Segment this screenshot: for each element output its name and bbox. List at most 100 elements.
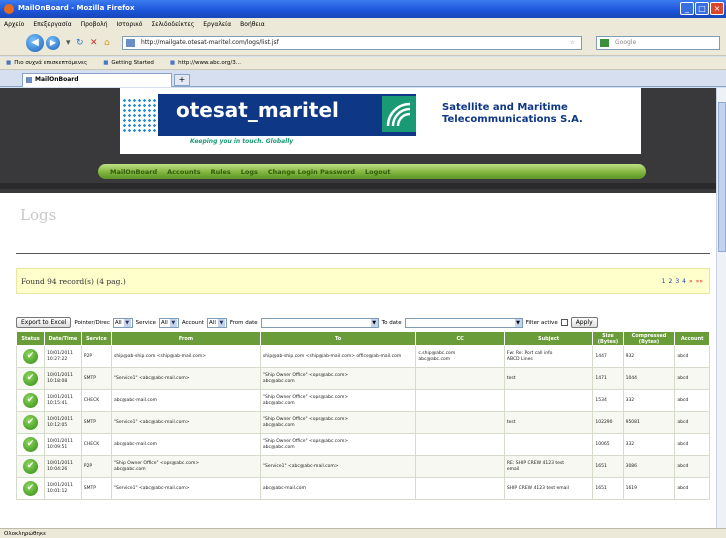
table-row[interactable]: ✔ 10/01/2011 10:01:12 SMTP "Service1" <abc@… <box>15 477 710 500</box>
cell-service: P2P <box>80 345 112 368</box>
menu-view[interactable]: Προβολή <box>81 21 108 28</box>
maximize-button[interactable]: □ <box>695 2 709 15</box>
table-row[interactable]: ✔ 10/01/2011 10:04:26 P2P "Ship Owner Offic… <box>15 455 710 478</box>
bookmark-most-visited[interactable]: Πιο συχνά επισκεπτόμενες <box>6 60 87 66</box>
page-link-3[interactable]: 3 <box>675 278 679 285</box>
window-titlebar: MailOnBoard - Mozilla Firefox _ □ × <box>0 0 726 18</box>
close-button[interactable]: × <box>710 2 724 15</box>
column-header-datetime[interactable]: Date/Time <box>44 331 82 346</box>
status-ok-icon: ✔ <box>23 459 39 474</box>
status-ok-icon: ✔ <box>23 437 39 452</box>
cell-account: abcd <box>674 367 710 390</box>
cell-size: 1447 <box>592 345 624 368</box>
nav-logout[interactable]: Logout <box>365 168 390 176</box>
export-excel-button[interactable]: Export to Excel <box>16 317 72 328</box>
nav-accounts[interactable]: Accounts <box>167 168 200 176</box>
page-link-2[interactable]: 2 <box>669 278 673 285</box>
cell-to: "Ship Owner Office" <ops@abc.com> abc@ab… <box>259 367 417 390</box>
cell-subject: RE: SHIP CREW 4123 test email <box>503 455 594 478</box>
column-header-status[interactable]: Status <box>15 331 46 346</box>
cell-to: "Ship Owner Office" <ops@abc.com> abc@ab… <box>259 411 417 434</box>
table-row[interactable]: ✔ 10/01/2011 10:27:22 P2P ship@ab-ship.com … <box>15 345 710 368</box>
table-row[interactable]: ✔ 10/01/2011 10:12:05 SMTP "Service1" <abc@… <box>15 411 710 434</box>
bookmark-link[interactable]: http://www.abc.org/3... <box>170 60 241 66</box>
nav-logs[interactable]: Logs <box>241 168 258 176</box>
to-date-field[interactable]: ▼ <box>404 317 523 328</box>
column-header-subject[interactable]: Subject <box>503 331 594 346</box>
cell-datetime: 10/01/2011 10:01:12 <box>44 477 82 500</box>
search-engine-icon[interactable] <box>600 39 609 47</box>
cell-datetime: 10/01/2011 10:09:51 <box>44 433 82 456</box>
last-page-link[interactable]: »» <box>696 278 703 285</box>
column-header-size[interactable]: Size (Bytes) <box>592 331 624 346</box>
cell-compressed: 1619 <box>622 477 676 500</box>
header-logo-panel: otesat_maritel Keeping you in touch. Glo… <box>120 88 641 154</box>
cell-cc <box>415 433 505 456</box>
address-bar[interactable]: http://mailgate.otesat-maritel.com/logs/… <box>122 36 582 50</box>
forward-arrow-icon[interactable]: ▶ <box>46 36 60 50</box>
menu-bookmarks[interactable]: Σελιδοδείκτες <box>151 21 194 28</box>
stop-icon[interactable]: ✕ <box>90 38 98 48</box>
status-ok-icon: ✔ <box>23 349 39 364</box>
menu-bar: Αρχείο Επεξεργασία Προβολή Ιστορικό Σελι… <box>0 18 726 31</box>
cell-subject <box>503 433 594 456</box>
table-row[interactable]: ✔ 10/01/2011 10:18:08 SMTP "Service1" <abc@… <box>15 367 710 390</box>
cell-service: CHECK <box>80 433 112 456</box>
column-header-cc[interactable]: CC <box>415 331 505 346</box>
calendar-dropdown-icon[interactable]: ▼ <box>514 318 522 327</box>
cell-datetime: 10/01/2011 10:18:08 <box>44 367 82 390</box>
table-row[interactable]: ✔ 10/01/2011 10:15:41 CHECK abc@abc-mail.co… <box>15 389 710 412</box>
pointer-select[interactable]: All ▼ <box>112 317 133 328</box>
page-link-1[interactable]: 1 <box>662 278 666 285</box>
filter-active-label: Filter active <box>525 319 558 326</box>
cell-account: abcd <box>674 455 710 478</box>
bookmarks-toolbar: Πιο συχνά επισκεπτόμενες Getting Started… <box>0 57 726 70</box>
filter-active-checkbox[interactable] <box>560 319 568 326</box>
next-page-link[interactable]: » <box>689 278 693 285</box>
menu-edit[interactable]: Επεξεργασία <box>33 21 71 28</box>
nav-mailonboard[interactable]: MailOnBoard <box>110 168 157 176</box>
table-row[interactable]: ✔ 10/01/2011 10:09:51 CHECK abc@abc-mail.co… <box>15 433 710 456</box>
column-header-account[interactable]: Account <box>674 331 710 346</box>
tab-mailonboard[interactable]: MailOnBoard <box>22 73 172 87</box>
cell-size: 1651 <box>592 455 624 478</box>
reload-icon[interactable]: ↻ <box>76 38 84 48</box>
home-icon[interactable]: ⌂ <box>104 38 110 48</box>
page-title: Logs <box>20 206 57 224</box>
menu-file[interactable]: Αρχείο <box>4 21 24 28</box>
menu-tools[interactable]: Εργαλεία <box>203 21 231 28</box>
nav-rules[interactable]: Rules <box>211 168 231 176</box>
calendar-dropdown-icon[interactable]: ▼ <box>370 318 378 327</box>
back-arrow-icon[interactable]: ◀ <box>26 34 44 52</box>
signal-logo-icon <box>382 96 416 132</box>
minimize-button[interactable]: _ <box>680 2 694 15</box>
column-header-from[interactable]: From <box>110 331 261 346</box>
search-input[interactable]: Google <box>596 36 720 50</box>
menu-history[interactable]: Ιστορικό <box>117 21 143 28</box>
page-content: otesat_maritel Keeping you in touch. Glo… <box>0 88 716 528</box>
column-header-service[interactable]: Service <box>80 331 112 346</box>
menu-help[interactable]: Βοήθεια <box>240 21 265 28</box>
vertical-scrollbar[interactable] <box>716 88 726 528</box>
cell-size: 10065 <box>592 433 624 456</box>
column-header-compressed[interactable]: Compressed (Bytes) <box>622 331 676 346</box>
page-link-4[interactable]: 4 <box>682 278 686 285</box>
scrollbar-thumb[interactable] <box>718 102 726 252</box>
from-date-field[interactable]: ▼ <box>260 317 379 328</box>
new-tab-button[interactable]: + <box>174 74 190 86</box>
account-select[interactable]: All ▼ <box>207 317 227 328</box>
cell-cc <box>415 455 505 478</box>
cell-account: abcd <box>674 477 710 500</box>
company-name: Satellite and Maritime Telecommunication… <box>442 102 632 126</box>
apply-button[interactable]: Apply <box>570 317 598 328</box>
bookmark-getting-started[interactable]: Getting Started <box>103 60 154 66</box>
column-header-to[interactable]: To <box>259 331 417 346</box>
page-favicon-icon <box>126 39 135 47</box>
cell-account: abcd <box>674 411 710 434</box>
cell-compressed: 3086 <box>622 455 676 478</box>
bookmark-star-icon[interactable]: ☆ <box>570 37 575 49</box>
dropdown-arrow-icon[interactable]: ▾ <box>66 38 71 48</box>
service-select[interactable]: All ▼ <box>159 317 179 328</box>
nav-change-password[interactable]: Change Login Password <box>268 168 355 176</box>
navigation-toolbar: ◀ ▶ ▾ ↻ ✕ ⌂ http://mailgate.otesat-marit… <box>0 31 726 56</box>
